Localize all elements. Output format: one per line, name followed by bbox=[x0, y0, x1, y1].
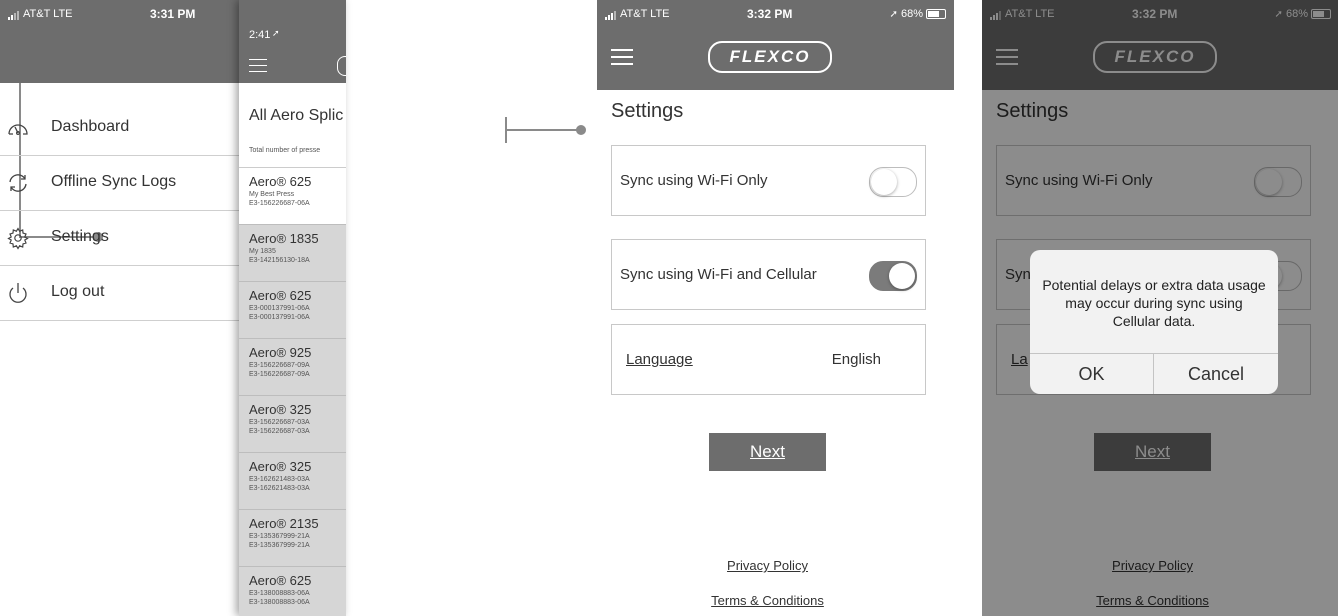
language-setting: Language English bbox=[611, 324, 926, 395]
cellular-alert-dialog: Potential delays or extra data usage may… bbox=[1030, 250, 1278, 394]
alert-message: Potential delays or extra data usage may… bbox=[1042, 277, 1266, 329]
app-header: AT&T LTE 3:32 PM ➚ 68% FLEXCO bbox=[597, 0, 954, 90]
connector-dot-2 bbox=[576, 125, 586, 135]
power-icon bbox=[9, 283, 27, 303]
terms-link[interactable]: Terms & Conditions bbox=[597, 593, 938, 608]
list-item[interactable]: Aero® 1835 My 1835 E3-142156130-18A bbox=[239, 225, 346, 282]
list-item[interactable]: Aero® 625 E3-138008883-06A E3-138008883-… bbox=[239, 567, 346, 616]
status-time: 3:32 PM bbox=[747, 7, 793, 21]
menu-label: Settings bbox=[51, 228, 109, 245]
language-value: English bbox=[831, 351, 881, 368]
hamburger-icon[interactable] bbox=[249, 59, 267, 72]
list-header: 2:41 ➚ bbox=[239, 0, 346, 83]
status-time: 3:31 PM bbox=[150, 7, 196, 21]
list-subtitle: Total number of presse bbox=[249, 147, 321, 154]
list-item[interactable]: Aero® 325 E3-162621483-03A E3-162621483-… bbox=[239, 453, 346, 510]
menu-label: Dashboard bbox=[51, 118, 130, 135]
list-item[interactable]: Aero® 625 My Best Press E3-156226687-06A bbox=[239, 168, 346, 225]
alert-ok-button[interactable]: OK bbox=[1030, 354, 1154, 394]
wifi-cellular-toggle[interactable] bbox=[869, 261, 917, 291]
list-title: All Aero Splic bbox=[249, 107, 344, 124]
list-item[interactable]: Aero® 2135 E3-135367999-21A E3-135367999… bbox=[239, 510, 346, 567]
menu-label: Log out bbox=[51, 283, 105, 300]
battery-percent: 68% bbox=[900, 8, 923, 20]
list-item[interactable]: Aero® 325 E3-156226687-03A E3-156226687-… bbox=[239, 396, 346, 453]
signal-icon bbox=[8, 8, 20, 21]
privacy-policy-link[interactable]: Privacy Policy bbox=[597, 558, 938, 573]
location-arrow-icon: ➚ bbox=[889, 9, 898, 20]
alert-buttons: OK Cancel bbox=[1030, 353, 1278, 394]
wifi-only-setting: Sync using Wi-Fi Only bbox=[611, 145, 926, 216]
flexco-logo: FLEXCO bbox=[708, 41, 832, 73]
language-link[interactable]: Language bbox=[626, 351, 693, 368]
signal-icon bbox=[605, 8, 617, 21]
gear-icon bbox=[7, 227, 29, 250]
battery-icon bbox=[926, 9, 946, 20]
carrier-label: AT&T LTE bbox=[23, 8, 73, 20]
list-item[interactable]: Aero® 625 E3-000137991-06A E3-000137991-… bbox=[239, 282, 346, 339]
phone-settings-screen: AT&T LTE 3:32 PM ➚ 68% FLEXCO Settings S… bbox=[597, 0, 954, 616]
phone-menu-screen: AT&T LTE 3:31 PM Dashboard Offline Sync … bbox=[0, 0, 346, 616]
setting-label: Sync using Wi-Fi Only bbox=[620, 172, 768, 189]
menu-label: Offline Sync Logs bbox=[51, 173, 177, 190]
phone-settings-alert-screen: AT&T LTE 3:32 PM ➚ 68% FLEXCO Settings S… bbox=[982, 0, 1338, 616]
wifi-cellular-setting: Sync using Wi-Fi and Cellular bbox=[611, 239, 926, 310]
connector-line-arrow bbox=[505, 129, 579, 131]
hamburger-icon[interactable] bbox=[611, 49, 633, 65]
page-title: Settings bbox=[611, 100, 684, 122]
dashboard-gauge-icon bbox=[8, 124, 28, 136]
next-button[interactable]: Next bbox=[709, 433, 826, 471]
carrier-label: AT&T LTE bbox=[620, 8, 670, 20]
wifi-only-toggle[interactable] bbox=[869, 167, 917, 197]
menu-item-log-out[interactable]: Log out bbox=[0, 265, 240, 321]
sync-icon bbox=[9, 174, 27, 192]
list-title-area: All Aero Splic Total number of presse bbox=[239, 83, 346, 168]
menu-item-offline-sync-logs[interactable]: Offline Sync Logs bbox=[0, 155, 240, 211]
menu-item-dashboard[interactable]: Dashboard bbox=[0, 100, 240, 156]
alert-cancel-button[interactable]: Cancel bbox=[1154, 354, 1278, 394]
list-item[interactable]: Aero® 925 E3-156226687-09A E3-156226687-… bbox=[239, 339, 346, 396]
status-bar: AT&T LTE 3:32 PM ➚ 68% bbox=[597, 0, 954, 26]
menu-item-settings[interactable]: Settings bbox=[0, 210, 240, 266]
splice-list-overlay: 2:41 ➚ All Aero Splic Total number of pr… bbox=[239, 0, 346, 616]
location-arrow-icon: ➚ bbox=[272, 28, 280, 38]
setting-label: Sync using Wi-Fi and Cellular bbox=[620, 266, 817, 283]
partial-logo bbox=[337, 56, 346, 76]
list-status-time: 2:41 bbox=[249, 29, 271, 41]
